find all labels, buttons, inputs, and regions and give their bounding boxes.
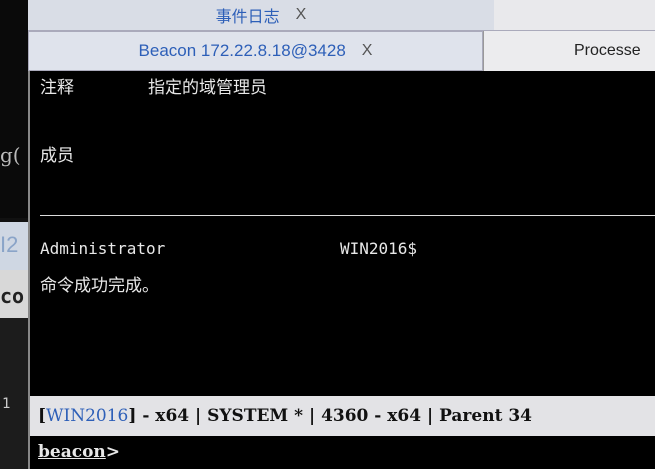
background-text-top: g( — [0, 143, 21, 167]
divider — [40, 215, 655, 216]
tab-event-log-label: 事件日志 — [215, 9, 280, 26]
background-window-edge: g( I2 co 1 — [0, 0, 28, 469]
beacon-console-output[interactable]: 注释 指定的域管理员 成员 Administrator WIN2016$ 命令成… — [28, 71, 655, 396]
tab-beacon[interactable]: Beacon 172.22.8.18@3428 X — [28, 31, 483, 71]
tab-processes[interactable]: Processe — [483, 31, 655, 71]
tab-bar-top: 事件日志 X — [28, 0, 655, 31]
background-panel-top — [0, 0, 28, 218]
background-text-low: 1 — [2, 396, 11, 412]
command-input[interactable] — [130, 440, 654, 466]
members-label: 成员 — [40, 146, 74, 166]
command-input-bar: beacon> — [28, 436, 655, 469]
comment-label: 注释 — [40, 78, 74, 98]
member-host: WIN2016$ — [340, 239, 418, 258]
tab-processes-label: Processe — [574, 42, 641, 59]
tab-bar-second: Beacon 172.22.8.18@3428 X Processe — [28, 31, 655, 72]
member-name: Administrator — [40, 239, 166, 258]
background-row: co — [0, 270, 28, 318]
background-text-mid: co — [0, 284, 25, 308]
background-text-hl: I2 — [0, 232, 19, 257]
status-open-bracket: [ — [38, 406, 47, 426]
close-icon[interactable]: X — [296, 6, 307, 24]
comment-value: 指定的域管理员 — [148, 78, 267, 98]
command-prompt: beacon> — [38, 442, 121, 462]
tab-empty[interactable] — [494, 0, 655, 30]
close-icon[interactable]: X — [362, 42, 373, 60]
tab-beacon-label: Beacon 172.22.8.18@3428 — [138, 41, 346, 60]
background-panel-low: 1 — [0, 318, 28, 469]
beacon-status-bar: [WIN2016] - x64 | SYSTEM * | 4360 - x64 … — [28, 396, 655, 436]
tab-event-log[interactable]: 事件日志 X — [28, 0, 495, 30]
status-host: WIN2016 — [46, 406, 129, 426]
background-highlight-row: I2 — [0, 222, 28, 270]
success-message: 命令成功完成。 — [40, 276, 159, 296]
status-details: ] - x64 | SYSTEM * | 4360 - x64 | Parent… — [128, 406, 532, 426]
